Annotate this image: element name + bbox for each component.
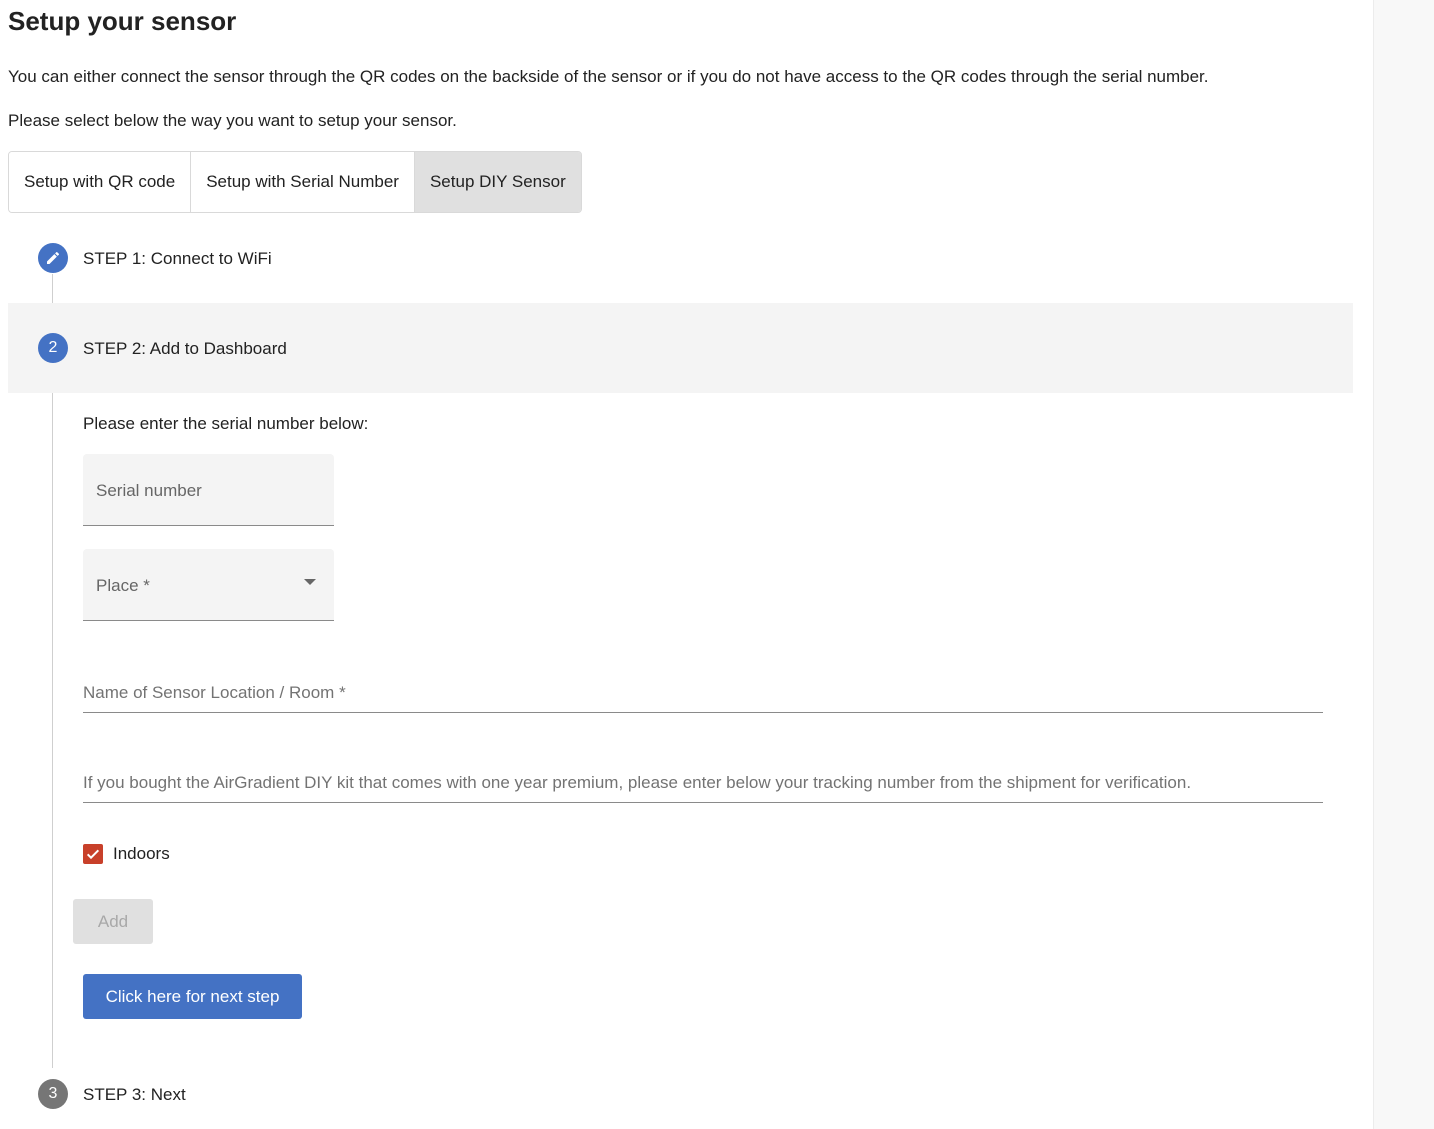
tab-qr-code[interactable]: Setup with QR code (9, 152, 192, 212)
tab-diy-sensor[interactable]: Setup DIY Sensor (414, 152, 581, 212)
check-icon (86, 849, 100, 860)
step-1-circle (38, 243, 68, 273)
setup-method-tabs: Setup with QR code Setup with Serial Num… (8, 151, 582, 213)
place-select[interactable]: Place * (83, 549, 334, 621)
main-content: Setup your sensor You can either connect… (0, 0, 1373, 1129)
step-2-header[interactable]: 2 STEP 2: Add to Dashboard (8, 303, 1353, 393)
right-sidebar-gutter (1373, 0, 1434, 1129)
indoors-checkbox[interactable] (83, 844, 103, 864)
next-step-button[interactable]: Click here for next step (83, 974, 302, 1019)
location-name-placeholder: Name of Sensor Location / Room * (83, 683, 346, 702)
step-1-header[interactable]: STEP 1: Connect to WiFi (8, 213, 1353, 303)
intro-text: You can either connect the sensor throug… (8, 67, 1209, 86)
step-3-circle: 3 (38, 1079, 68, 1109)
step-2-label: STEP 2: Add to Dashboard (83, 339, 287, 358)
serial-number-input[interactable]: Serial number (83, 454, 334, 526)
step-3-header[interactable]: 3 STEP 3: Next (8, 1049, 1353, 1129)
tracking-number-placeholder: If you bought the AirGradient DIY kit th… (83, 773, 1192, 792)
step-1-label: STEP 1: Connect to WiFi (83, 249, 272, 268)
place-placeholder: Place * (96, 576, 150, 595)
serial-number-placeholder: Serial number (96, 481, 202, 500)
location-name-input[interactable]: Name of Sensor Location / Room * (83, 673, 1323, 713)
pencil-icon (47, 251, 60, 264)
step-connector (52, 364, 53, 1068)
step-3-label: STEP 3: Next (83, 1085, 186, 1104)
serial-prompt: Please enter the serial number below: (83, 414, 369, 433)
chevron-down-icon (304, 579, 316, 585)
page-title: Setup your sensor (8, 6, 237, 36)
indoors-label: Indoors (113, 844, 170, 863)
tracking-number-input[interactable]: If you bought the AirGradient DIY kit th… (83, 763, 1323, 803)
select-prompt: Please select below the way you want to … (8, 111, 457, 130)
add-button[interactable]: Add (73, 899, 153, 944)
tab-serial-number[interactable]: Setup with Serial Number (191, 152, 415, 212)
indoors-checkbox-row[interactable]: Indoors (83, 843, 170, 865)
step-2-circle: 2 (38, 333, 68, 363)
